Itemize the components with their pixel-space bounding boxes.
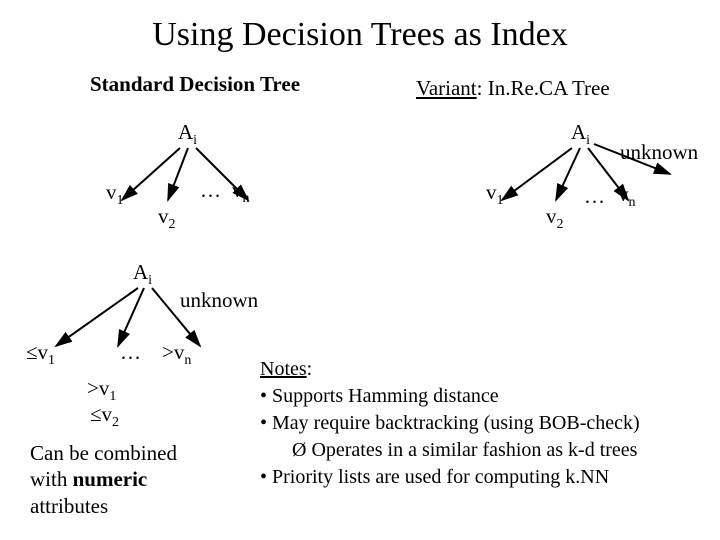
left-v2: v2 xyxy=(158,204,176,233)
right-v2: v2 xyxy=(546,204,564,233)
left-v1: v1 xyxy=(106,180,124,209)
t: v xyxy=(232,178,243,202)
s: n xyxy=(184,353,191,368)
s: i xyxy=(193,133,197,148)
right-unknown: unknown xyxy=(620,140,698,165)
t: A xyxy=(571,120,586,144)
t: >v xyxy=(162,340,184,364)
left-le-v2: ≤v2 xyxy=(90,402,119,431)
t: v xyxy=(486,180,497,204)
t: >v xyxy=(87,376,109,400)
t: ≤v xyxy=(90,402,112,426)
s: i xyxy=(148,273,152,288)
right-v1: v1 xyxy=(486,180,504,209)
notes-heading: Notes: xyxy=(260,356,640,383)
t: v xyxy=(546,204,557,228)
left-dots2: … xyxy=(120,340,141,365)
left-vn: vn xyxy=(232,178,250,207)
t: Operates in a similar fashion as k-d tre… xyxy=(311,439,637,461)
l3: attributes xyxy=(30,494,108,518)
t: Notes xyxy=(260,358,307,380)
s: 1 xyxy=(48,353,55,368)
s: 2 xyxy=(112,415,119,430)
s: i xyxy=(586,133,590,148)
s: 1 xyxy=(497,193,504,208)
notes-block: Notes: • Supports Hamming distance • May… xyxy=(260,356,640,491)
s: 2 xyxy=(169,217,176,232)
t: A xyxy=(133,260,148,284)
t: v xyxy=(106,180,117,204)
t: A xyxy=(178,120,193,144)
right-root: Ai xyxy=(571,120,590,149)
left-root1: Ai xyxy=(178,120,197,149)
notes-line4: • Priority lists are used for computing … xyxy=(260,464,640,491)
notes-line1: • Supports Hamming distance xyxy=(260,383,640,410)
right-vn: vn xyxy=(618,182,636,211)
c: : xyxy=(307,358,313,380)
s: n xyxy=(243,191,250,206)
left-le-v1: ≤v1 xyxy=(26,340,55,369)
right-dots: … xyxy=(584,184,605,209)
s: n xyxy=(629,195,636,210)
s: 2 xyxy=(557,217,564,232)
left-unknown: unknown xyxy=(180,288,258,313)
left-dots: … xyxy=(200,178,221,203)
p: Ø xyxy=(292,439,311,461)
left-root2: Ai xyxy=(133,260,152,289)
t: v xyxy=(618,182,629,206)
l1: Can be combined xyxy=(30,441,177,465)
left-gt-v1: >v1 xyxy=(87,376,116,405)
left-gt-vn: >vn xyxy=(162,340,191,369)
t: ≤v xyxy=(26,340,48,364)
l2a: with xyxy=(30,467,73,491)
s: 1 xyxy=(117,193,124,208)
t: v xyxy=(158,204,169,228)
notes-line3: Ø Operates in a similar fashion as k-d t… xyxy=(260,437,640,464)
notes-line2: • May require backtracking (using BOB-ch… xyxy=(260,410,640,437)
l2b: numeric xyxy=(73,467,148,491)
combine-block: Can be combined with numeric attributes xyxy=(30,440,240,519)
